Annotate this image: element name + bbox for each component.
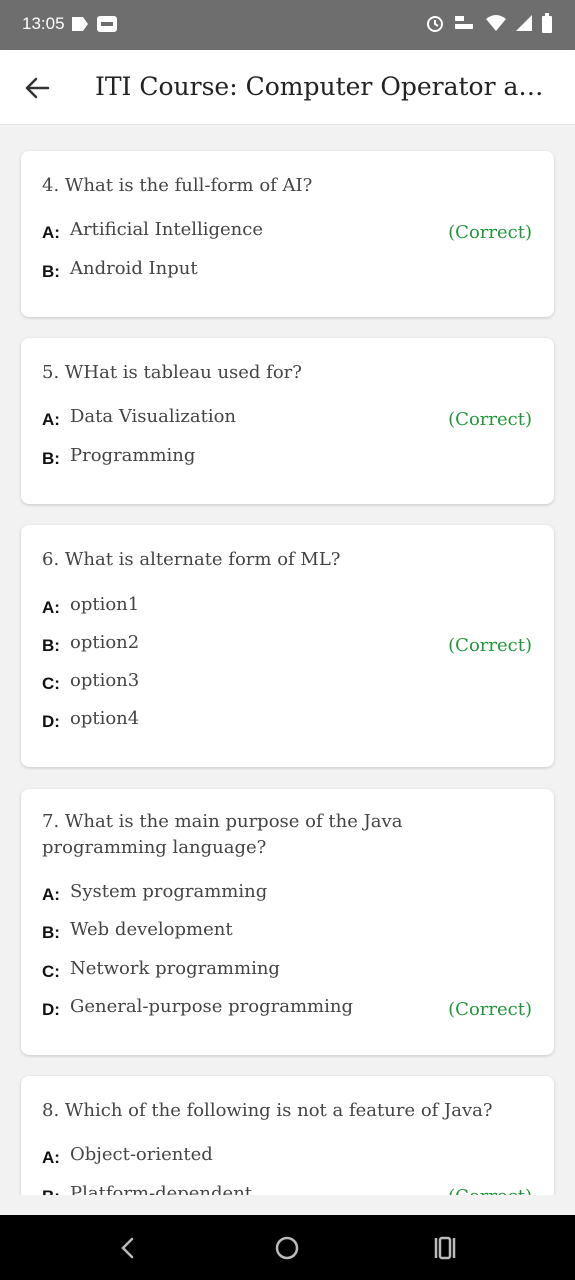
- option-text: option4: [70, 708, 140, 729]
- option-key: D:: [42, 1000, 60, 1019]
- option-key: A:: [42, 1148, 60, 1167]
- question-list[interactable]: 4. What is the full-form of AI? A: Artif…: [0, 125, 575, 1195]
- option-key: B:: [42, 636, 60, 655]
- volte-icon: [455, 16, 473, 29]
- question-text: 7. What is the main purpose of the Java …: [42, 811, 403, 858]
- app-bar: ITI Course: Computer Operator and...: [0, 50, 575, 125]
- option-text: Platform-dependent: [70, 1183, 253, 1195]
- option-row: B: Programming: [42, 445, 532, 471]
- nav-back-icon: [121, 1237, 134, 1259]
- option-row: B: Web development: [42, 919, 532, 945]
- option-text: Artificial Intelligence: [70, 219, 264, 240]
- status-bar: 13:05: [0, 0, 575, 50]
- correct-label: (Correct): [448, 409, 532, 430]
- option-row: D: option4: [42, 708, 532, 734]
- option-key: A:: [42, 223, 60, 242]
- question-text: 4. What is the full-form of AI?: [42, 175, 313, 196]
- status-time: 13:05: [22, 14, 65, 33]
- paytm-app-icon: [97, 16, 117, 32]
- question-text: 8. Which of the following is not a featu…: [42, 1100, 493, 1121]
- option-text: option1: [70, 594, 140, 615]
- option-row: A: option1: [42, 594, 532, 620]
- correct-label: (Correct): [448, 1186, 532, 1195]
- question-card: 5. WHat is tableau used for? A: Data Vis…: [21, 338, 554, 504]
- option-text: System programming: [70, 881, 268, 902]
- option-row: A: Data Visualization (Correct): [42, 406, 532, 432]
- back-button[interactable]: [22, 74, 52, 102]
- alarm-icon: [427, 16, 443, 32]
- page-title: ITI Course: Computer Operator and...: [95, 72, 555, 101]
- question-card: 4. What is the full-form of AI? A: Artif…: [21, 151, 554, 317]
- option-key: C:: [42, 674, 60, 693]
- nav-home-icon: [275, 1236, 299, 1260]
- option-text: Android Input: [70, 258, 198, 279]
- option-row: B: option2 (Correct): [42, 632, 532, 658]
- signal-icon: [516, 15, 532, 31]
- option-text: option2: [70, 632, 140, 653]
- option-key: B:: [42, 923, 60, 942]
- option-text: Data Visualization: [70, 406, 236, 427]
- wifi-icon: [486, 15, 506, 31]
- correct-label: (Correct): [448, 222, 532, 243]
- option-text: Web development: [70, 919, 233, 940]
- option-key: A:: [42, 410, 60, 429]
- question-card: 8. Which of the following is not a featu…: [21, 1076, 554, 1195]
- option-key: B:: [42, 262, 60, 281]
- battery-icon: [542, 13, 552, 33]
- nav-recents-button[interactable]: [427, 1231, 463, 1265]
- option-text: option3: [70, 670, 140, 691]
- arrow-left-icon: [25, 77, 50, 99]
- nav-back-button[interactable]: [110, 1231, 146, 1265]
- nav-home-button[interactable]: [269, 1231, 305, 1265]
- question-text: 5. WHat is tableau used for?: [42, 362, 302, 383]
- chat-bubble-icon: [72, 17, 88, 31]
- option-key: B:: [42, 449, 60, 468]
- option-row: A: Artificial Intelligence (Correct): [42, 219, 532, 245]
- option-key: B:: [42, 1187, 60, 1195]
- option-row: A: System programming: [42, 881, 532, 907]
- correct-label: (Correct): [448, 999, 532, 1020]
- option-row: C: Network programming: [42, 958, 532, 984]
- option-key: A:: [42, 598, 60, 617]
- option-text: Programming: [70, 445, 196, 466]
- option-row: D: General-purpose programming (Correct): [42, 996, 532, 1022]
- question-card: 7. What is the main purpose of the Java …: [21, 789, 554, 1055]
- nav-recents-icon: [434, 1236, 456, 1260]
- correct-label: (Correct): [448, 635, 532, 656]
- system-nav-bar: [0, 1215, 575, 1280]
- option-row: C: option3: [42, 670, 532, 696]
- option-row: B: Android Input: [42, 258, 532, 284]
- option-key: C:: [42, 962, 60, 981]
- question-card: 6. What is alternate form of ML? A: opti…: [21, 525, 554, 767]
- option-key: A:: [42, 885, 60, 904]
- question-text: 6. What is alternate form of ML?: [42, 549, 341, 570]
- option-text: Network programming: [70, 958, 280, 979]
- option-text: General-purpose programming: [70, 996, 353, 1017]
- option-text: Object-oriented: [70, 1144, 213, 1165]
- option-key: D:: [42, 712, 60, 731]
- option-row: A: Object-oriented: [42, 1144, 532, 1170]
- option-row: B: Platform-dependent (Correct): [42, 1183, 532, 1195]
